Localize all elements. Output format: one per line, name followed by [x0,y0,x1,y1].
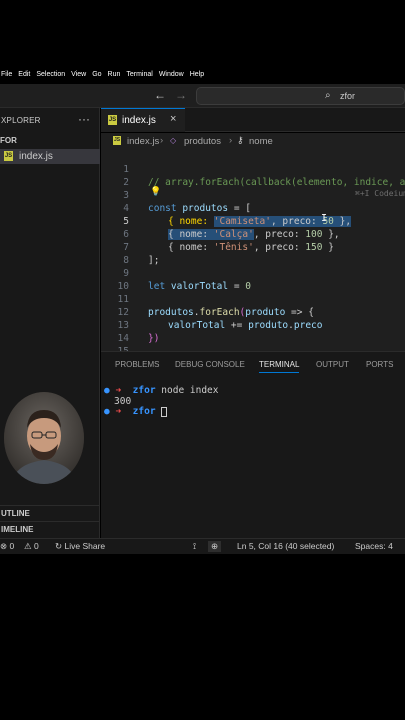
live-share-button[interactable]: ↻ Live Share [55,541,105,552]
file-item-label: index.js [19,151,53,162]
zoom-icon[interactable]: ⊕ [208,541,222,552]
chevron-right-icon: › [229,135,233,146]
explorer-title: XPLORER [1,116,41,125]
panel-tabs: PROBLEMS DEBUG CONSOLE TERMINAL OUTPUT P… [101,352,405,376]
folder-label[interactable]: FOR [0,136,17,145]
menu-selection[interactable]: Selection [36,71,71,78]
forward-arrow-icon[interactable]: → [175,88,187,102]
webcam-overlay [4,392,84,484]
lightbulb-icon[interactable]: 💡 [150,187,161,197]
file-item-index-js[interactable]: JS index.js [0,149,100,164]
code-line: 14 [101,319,405,344]
menu-bar: File Edit Selection View Go Run Terminal… [0,66,405,82]
editor-tab-bar: JS index.js × [101,108,405,132]
code-line: 15 console.log(valorTotal) [101,332,405,351]
breadcrumb-file[interactable]: index.js [127,136,159,147]
code-line: 7 ]; [101,228,405,266]
menu-run[interactable]: Run [108,71,127,78]
menu-window[interactable]: Window [159,71,190,78]
menu-file[interactable]: File [0,71,18,78]
title-bar: ← → ⌕ zfor [0,84,405,108]
code-line: 6 { nome: 'Tênis', preco: 150 } [101,215,405,253]
breadcrumb-property[interactable]: nome [249,136,273,147]
chevron-right-icon: › [160,135,164,146]
tab-label: index.js [122,115,156,126]
back-arrow-icon[interactable]: ← [154,88,166,102]
code-line: 9 let valorTotal = 0 [101,254,405,292]
warnings-count: 0 [33,541,39,551]
menu-view[interactable]: View [71,71,92,78]
breadcrumb: JS index.js › ◇ produtos › ⚷ nome [101,133,405,149]
code-editor[interactable]: 1 // array.forEach(callback(elemento, in… [101,149,405,351]
tab-output[interactable]: OUTPUT [316,360,349,369]
js-file-icon: JS [4,151,13,161]
js-file-icon: JS [113,136,121,145]
code-line: 8 [101,241,405,266]
command-center-search[interactable]: ⌕ zfor [196,87,405,105]
indentation-setting[interactable]: Spaces: 4 [355,541,393,551]
live-share-label: Live Share [64,541,106,551]
code-line: 11 produtos.forEach(produto => { [101,280,405,318]
menu-edit[interactable]: Edit [18,71,36,78]
search-icon: ⌕ [325,90,331,101]
variable-icon: ◇ [170,136,177,145]
terminal-line: ● ➜ zfor [104,406,168,418]
menu-go[interactable]: Go [92,71,107,78]
cursor-position[interactable]: Ln 5, Col 16 (40 selected) [237,541,334,551]
code-line: 12 valorTotal += produto.preco [101,293,405,331]
status-bar: ⊗ 0 ⚠ 0 ↻ Live Share ⟟ ⊕ Ln 5, Col 16 (4… [0,538,405,554]
code-line: 1 // array.forEach(callback(elemento, in… [101,150,405,188]
tab-problems[interactable]: PROBLEMS [115,360,159,369]
errors-count: 0 [9,541,15,551]
breadcrumb-variable[interactable]: produtos [184,136,221,147]
terminal-cursor [161,406,168,417]
code-line: 3 const produtos = [ [101,176,405,214]
errors-indicator[interactable]: ⊗ 0 [0,541,14,552]
source-control-icon[interactable]: ⟟ [193,541,196,552]
menu-help[interactable]: Help [190,71,210,78]
tab-index-js[interactable]: JS index.js × [101,108,185,132]
property-icon: ⚷ [237,135,244,145]
bottom-panel: ● ➜ zfor node index 300 ● ➜ zfor PROBLEM… [101,351,405,538]
menu-terminal[interactable]: Terminal [126,71,158,78]
code-line: 5 { nome: 'Calça', preco: 100 }, [101,202,405,240]
tab-terminal[interactable]: TERMINAL [259,360,300,373]
tab-debug-console[interactable]: DEBUG CONSOLE [175,360,245,369]
code-line: 2 [101,163,405,188]
warnings-indicator[interactable]: ⚠ 0 [24,541,39,552]
code-line: 13 }) [101,306,405,344]
js-file-icon: JS [108,115,117,125]
code-line: 10 [101,267,405,292]
more-actions-icon[interactable]: ··· [78,112,90,126]
codeium-hint: ⌘+I Codeium [355,189,405,198]
command-center-label: zfor [340,91,356,101]
presenter-video [4,392,84,484]
mouse-cursor-icon: I [321,213,328,224]
tab-ports[interactable]: PORTS [366,360,393,369]
close-icon[interactable]: × [170,113,176,125]
